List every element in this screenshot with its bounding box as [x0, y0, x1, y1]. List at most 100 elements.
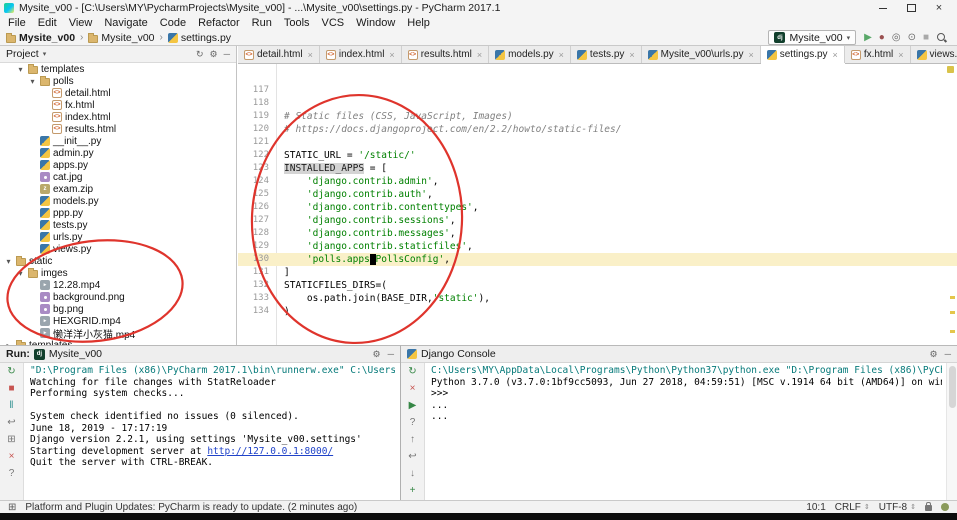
- rerun-icon[interactable]: ↻: [408, 366, 416, 378]
- settings-icon[interactable]: ⚙: [373, 348, 381, 360]
- tab-models-py[interactable]: models.py ×: [489, 46, 571, 63]
- debug-icon[interactable]: ●: [879, 32, 885, 44]
- menu-vcs[interactable]: VCS: [316, 17, 351, 29]
- code-line[interactable]: 128 'django.contrib.messages',: [238, 227, 957, 240]
- tree-item-background-png[interactable]: background.png: [0, 291, 236, 303]
- tree-item-views-py[interactable]: views.py: [0, 243, 236, 255]
- pause-icon[interactable]: ‖: [9, 400, 13, 412]
- help-icon[interactable]: ?: [9, 468, 15, 480]
- code-line[interactable]: 122 STATIC_URL = '/static/': [238, 149, 957, 162]
- profile-icon[interactable]: ⊙: [908, 32, 916, 44]
- stop-disabled-icon[interactable]: ■: [923, 32, 929, 44]
- close-icon[interactable]: ×: [9, 451, 15, 463]
- close-tab-icon[interactable]: ×: [477, 50, 482, 60]
- coverage-icon[interactable]: ◎: [892, 32, 901, 44]
- menu-help[interactable]: Help: [401, 17, 436, 29]
- menu-tools[interactable]: Tools: [278, 17, 316, 29]
- menu-navigate[interactable]: Navigate: [98, 17, 153, 29]
- tab-views-py[interactable]: views.py×: [911, 46, 957, 63]
- tree-item-admin-py[interactable]: admin.py: [0, 147, 236, 159]
- stop-cross-icon[interactable]: ×: [410, 383, 416, 395]
- tree-item-cat-jpg[interactable]: cat.jpg: [0, 171, 236, 183]
- code-line[interactable]: 119 # Static files (CSS, JavaScript, Imag…: [238, 110, 957, 123]
- tree-item-tests-py[interactable]: tests.py: [0, 219, 236, 231]
- execute-icon[interactable]: ▶: [409, 400, 417, 412]
- caret-position[interactable]: 10:1: [806, 502, 825, 513]
- tree-item-urls-py[interactable]: urls.py: [0, 231, 236, 243]
- tree-item-apps-py[interactable]: apps.py: [0, 159, 236, 171]
- tree-item-models-py[interactable]: models.py: [0, 195, 236, 207]
- run-tab-label[interactable]: Mysite_v00: [49, 348, 102, 360]
- code-line[interactable]: 127 'django.contrib.sessions',: [238, 214, 957, 227]
- menu-refactor[interactable]: Refactor: [192, 17, 246, 29]
- breadcrumb-item[interactable]: settings.py: [167, 32, 231, 44]
- breadcrumb-item[interactable]: Mysite_v00: [88, 32, 155, 44]
- code-line[interactable]: 118: [238, 97, 957, 110]
- code-line[interactable]: 126 'django.contrib.contenttypes',: [238, 201, 957, 214]
- menu-code[interactable]: Code: [154, 17, 192, 29]
- console-link[interactable]: http://127.0.0.1:8000/: [207, 446, 333, 457]
- scroll-end-icon[interactable]: ↓: [410, 468, 415, 480]
- tab-results-html[interactable]: results.html ×: [402, 46, 490, 63]
- code-line[interactable]: 117: [238, 84, 957, 97]
- run-icon[interactable]: ▶: [864, 32, 872, 44]
- hide-icon[interactable]: ─: [945, 348, 951, 360]
- tab-fx-html[interactable]: fx.html ×: [845, 46, 911, 63]
- tree-item-static[interactable]: ▾ static: [0, 255, 236, 267]
- code-line[interactable]: 125 'django.contrib.auth',: [238, 188, 957, 201]
- status-message[interactable]: Platform and Plugin Updates: PyCharm is …: [25, 502, 357, 513]
- code-line[interactable]: 130 'polls.apps.PollsConfig',: [238, 253, 957, 266]
- code-line[interactable]: 120 # https://docs.djangoproject.com/en/2…: [238, 123, 957, 136]
- tab-settings-py[interactable]: settings.py ×: [760, 46, 845, 63]
- tab-index-html[interactable]: index.html ×: [320, 46, 402, 63]
- rerun-icon[interactable]: ↻: [7, 366, 15, 378]
- refresh-icon[interactable]: ↻: [196, 48, 204, 60]
- code-line[interactable]: 131]: [238, 266, 957, 279]
- breadcrumb-item[interactable]: Mysite_v00: [6, 32, 75, 44]
- scrollbar[interactable]: [946, 363, 957, 500]
- chevron-down-icon[interactable]: ▾: [43, 50, 47, 58]
- editor[interactable]: 117 118 119 # Static files (CSS, JavaScript…: [238, 64, 957, 345]
- settings-icon[interactable]: ⚙: [930, 348, 938, 360]
- menu-edit[interactable]: Edit: [32, 17, 63, 29]
- menu-file[interactable]: File: [2, 17, 32, 29]
- tree-item-init-py[interactable]: __init__.py: [0, 135, 236, 147]
- tree-item-mp4[interactable]: 懒洋洋小灰猫.mp4: [0, 327, 236, 341]
- django-console-output[interactable]: C:\Users\MY\AppData\Local\Programs\Pytho…: [426, 363, 947, 500]
- project-panel-title[interactable]: Project: [6, 48, 39, 60]
- warning-stripe-mark[interactable]: [950, 330, 955, 333]
- tab-tests-py[interactable]: tests.py ×: [571, 46, 642, 63]
- code-line[interactable]: 123 INSTALLED_APPS = [: [238, 162, 957, 175]
- tree-item-polls[interactable]: ▾ polls: [0, 75, 236, 87]
- tree-item-ppp-py[interactable]: ppp.py: [0, 207, 236, 219]
- hide-icon[interactable]: ─: [388, 348, 394, 360]
- settings-icon[interactable]: ⚙: [210, 48, 218, 60]
- warning-stripe-mark[interactable]: [950, 296, 955, 299]
- menu-run[interactable]: Run: [246, 17, 278, 29]
- tree-item-fx-html[interactable]: fx.html: [0, 99, 236, 111]
- expanded-arrow-icon[interactable]: ▾: [28, 77, 37, 86]
- close-button[interactable]: ×: [925, 0, 953, 16]
- tree-item-templates[interactable]: ▾ templates: [0, 63, 236, 75]
- stop-icon[interactable]: ■: [8, 383, 14, 395]
- warning-stripe-mark[interactable]: [950, 311, 955, 314]
- django-console-title[interactable]: Django Console: [421, 348, 496, 360]
- tree-item-imges[interactable]: ▾ imges: [0, 267, 236, 279]
- close-tab-icon[interactable]: ×: [308, 50, 313, 60]
- soft-wrap-icon[interactable]: ↩: [7, 417, 15, 429]
- close-tab-icon[interactable]: ×: [898, 50, 903, 60]
- tree-item-12-28-mp4[interactable]: 12.28.mp4: [0, 279, 236, 291]
- code-line[interactable]: 129 'django.contrib.staticfiles',: [238, 240, 957, 253]
- lock-icon[interactable]: [925, 502, 932, 511]
- run-config-selector[interactable]: dj Mysite_v00 ▾: [768, 30, 857, 45]
- toolwindow-switcher-icon[interactable]: ⊞: [8, 502, 16, 513]
- code-line[interactable]: 132 STATICFILES_DIRS=(: [238, 279, 957, 292]
- restore-layout-icon[interactable]: ⊞: [7, 434, 15, 446]
- line-separator[interactable]: CRLF: [835, 502, 861, 513]
- run-console-output[interactable]: "D:\Program Files (x86)\PyCharm 2017.1\b…: [25, 363, 400, 500]
- scrollbar-thumb[interactable]: [949, 366, 956, 408]
- tree-item-detail-html[interactable]: detail.html: [0, 87, 236, 99]
- hide-icon[interactable]: ─: [224, 48, 230, 60]
- soft-wrap-icon[interactable]: ↩: [408, 451, 416, 463]
- close-tab-icon[interactable]: ×: [389, 50, 394, 60]
